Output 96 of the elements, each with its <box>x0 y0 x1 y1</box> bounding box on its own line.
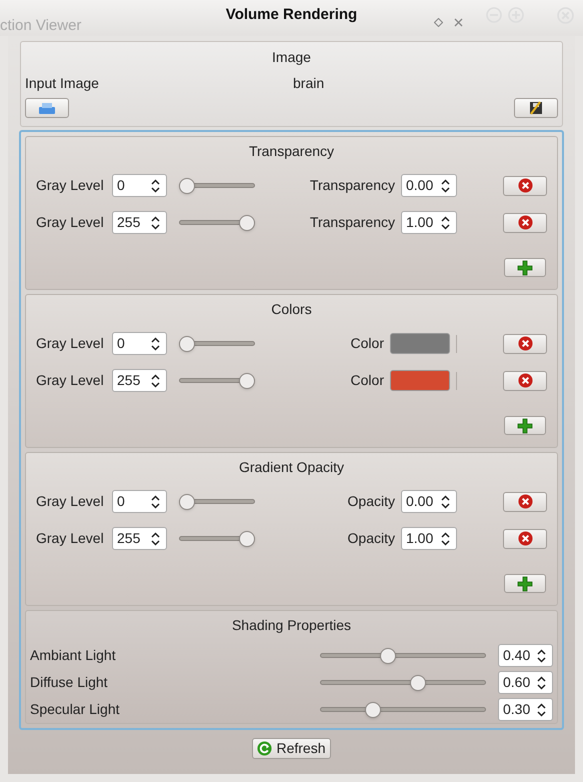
slider-handle[interactable] <box>239 530 255 546</box>
remove-icon <box>518 494 532 509</box>
plus-icon <box>517 418 533 434</box>
intensity-label: Gray Level <box>36 529 105 548</box>
delete-button[interactable] <box>503 212 547 232</box>
spin-arrows-icon[interactable] <box>537 676 546 690</box>
group-title: Colors <box>270 300 313 319</box>
intensity-label: Gray Level <box>36 334 105 353</box>
save-edit-icon <box>528 100 544 116</box>
slider-handle[interactable] <box>410 674 426 690</box>
slider-handle[interactable] <box>179 178 195 194</box>
slider[interactable] <box>179 176 255 194</box>
spin-arrows-icon[interactable] <box>441 494 450 508</box>
slider-handle[interactable] <box>365 702 381 718</box>
slider[interactable] <box>320 700 486 718</box>
value-label: Color <box>350 334 384 353</box>
spin-box[interactable]: 0.40 <box>498 644 553 667</box>
spin-arrows-icon[interactable] <box>151 336 160 350</box>
remove-icon <box>518 215 532 230</box>
slider-handle[interactable] <box>179 494 195 510</box>
delete-button[interactable] <box>503 334 547 354</box>
group-title: Gradient Opacity <box>238 458 346 477</box>
open-button[interactable] <box>25 98 69 118</box>
remove-icon <box>518 373 532 388</box>
intensity-label: Gray Level <box>36 371 105 390</box>
remove-icon <box>518 531 532 546</box>
color-swatch[interactable] <box>390 333 450 354</box>
spin-box[interactable]: 0.30 <box>498 698 553 721</box>
slider-handle[interactable] <box>239 214 255 230</box>
slider-handle[interactable] <box>179 336 195 352</box>
background-window-title: ction Viewer <box>0 16 82 36</box>
spin-box[interactable]: 0 <box>112 332 167 355</box>
save-button[interactable] <box>514 98 558 118</box>
slider-handle[interactable] <box>380 648 396 664</box>
delete-button[interactable] <box>503 492 547 512</box>
float-icon[interactable] <box>434 18 443 27</box>
slider[interactable] <box>179 492 255 510</box>
slider[interactable] <box>179 214 255 232</box>
remove-icon <box>518 178 532 193</box>
spin-arrows-icon[interactable] <box>441 178 450 192</box>
value-label: Transparency <box>310 176 395 195</box>
group-title: Shading Properties <box>230 616 352 635</box>
slider[interactable] <box>320 646 486 664</box>
spin-box[interactable]: 0 <box>112 174 167 197</box>
light-label: Ambiant Light <box>30 646 117 665</box>
spin-arrows-icon[interactable] <box>151 374 160 388</box>
spin-arrows-icon[interactable] <box>151 532 160 546</box>
spin-arrows-icon[interactable] <box>151 178 160 192</box>
value-label: Transparency <box>310 213 395 232</box>
spin-arrows-icon[interactable] <box>441 216 450 230</box>
slider[interactable] <box>179 334 255 352</box>
intensity-label: Gray Level <box>36 176 105 195</box>
spin-box[interactable]: 0 <box>112 490 167 513</box>
spin-box[interactable]: 255 <box>112 527 167 550</box>
plus-icon <box>517 576 533 592</box>
add-button[interactable] <box>504 574 546 593</box>
light-label: Specular Light <box>30 700 121 719</box>
slider[interactable] <box>179 530 255 548</box>
spin-arrows-icon[interactable] <box>441 532 450 546</box>
group-title: Transparency <box>248 142 336 161</box>
group-title: Image <box>271 48 312 67</box>
slider[interactable] <box>320 674 486 692</box>
plus-icon <box>517 260 533 276</box>
spin-box[interactable]: 0.00 <box>401 490 457 513</box>
spin-box[interactable]: 1.00 <box>401 527 457 550</box>
add-button[interactable] <box>504 416 546 435</box>
spin-arrows-icon[interactable] <box>537 702 546 716</box>
light-label: Diffuse Light <box>30 673 109 692</box>
delete-button[interactable] <box>503 528 547 548</box>
image-name: brain <box>293 74 324 93</box>
tray-icon <box>38 102 56 114</box>
spin-box[interactable]: 1.00 <box>401 211 457 234</box>
intensity-label: Gray Level <box>36 213 105 232</box>
close-icon[interactable] <box>454 18 463 27</box>
spin-arrows-icon[interactable] <box>537 648 546 662</box>
spin-box[interactable]: 255 <box>112 211 167 234</box>
spin-box[interactable]: 255 <box>112 369 167 392</box>
delete-button[interactable] <box>503 370 547 390</box>
refresh-button[interactable]: Refresh <box>252 738 331 759</box>
window-title: Volume Rendering <box>226 4 358 25</box>
spin-box[interactable]: 0.60 <box>498 671 553 694</box>
add-button[interactable] <box>504 258 546 277</box>
refresh-icon <box>257 741 272 756</box>
spin-box[interactable]: 0.00 <box>401 174 457 197</box>
slider[interactable] <box>179 372 255 390</box>
input-image-label: Input Image <box>25 74 100 93</box>
spin-arrows-icon[interactable] <box>151 494 160 508</box>
spin-arrows-icon[interactable] <box>151 216 160 230</box>
intensity-label: Gray Level <box>36 492 105 511</box>
color-swatch[interactable] <box>390 370 450 391</box>
value-label: Color <box>350 371 384 390</box>
value-label: Opacity <box>348 529 395 548</box>
delete-button[interactable] <box>503 176 547 196</box>
value-label: Opacity <box>348 492 395 511</box>
remove-icon <box>518 336 532 351</box>
slider-handle[interactable] <box>239 372 255 388</box>
